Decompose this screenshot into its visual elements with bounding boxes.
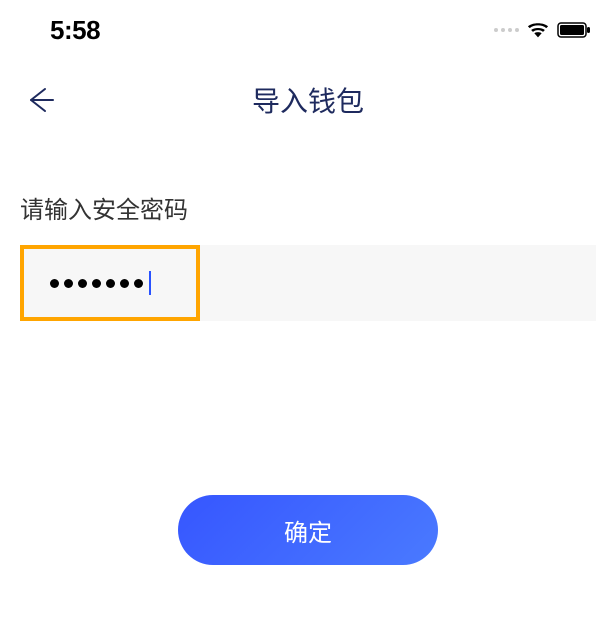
confirm-button[interactable]: 确定 xyxy=(178,495,438,565)
status-icons xyxy=(494,21,591,39)
status-time: 5:58 xyxy=(50,15,100,46)
nav-bar: 导入钱包 xyxy=(0,55,616,140)
status-bar: 5:58 xyxy=(0,0,616,55)
battery-icon xyxy=(557,22,591,38)
signal-dots-icon xyxy=(494,28,519,32)
password-label: 请输入安全密码 xyxy=(20,190,596,225)
page-title: 导入钱包 xyxy=(252,80,364,120)
content-area: 请输入安全密码 xyxy=(0,140,616,225)
text-cursor xyxy=(149,271,151,295)
wifi-icon xyxy=(527,21,549,39)
confirm-button-label: 确定 xyxy=(284,513,332,548)
password-value-display xyxy=(20,245,151,321)
back-arrow-icon[interactable] xyxy=(25,85,55,115)
